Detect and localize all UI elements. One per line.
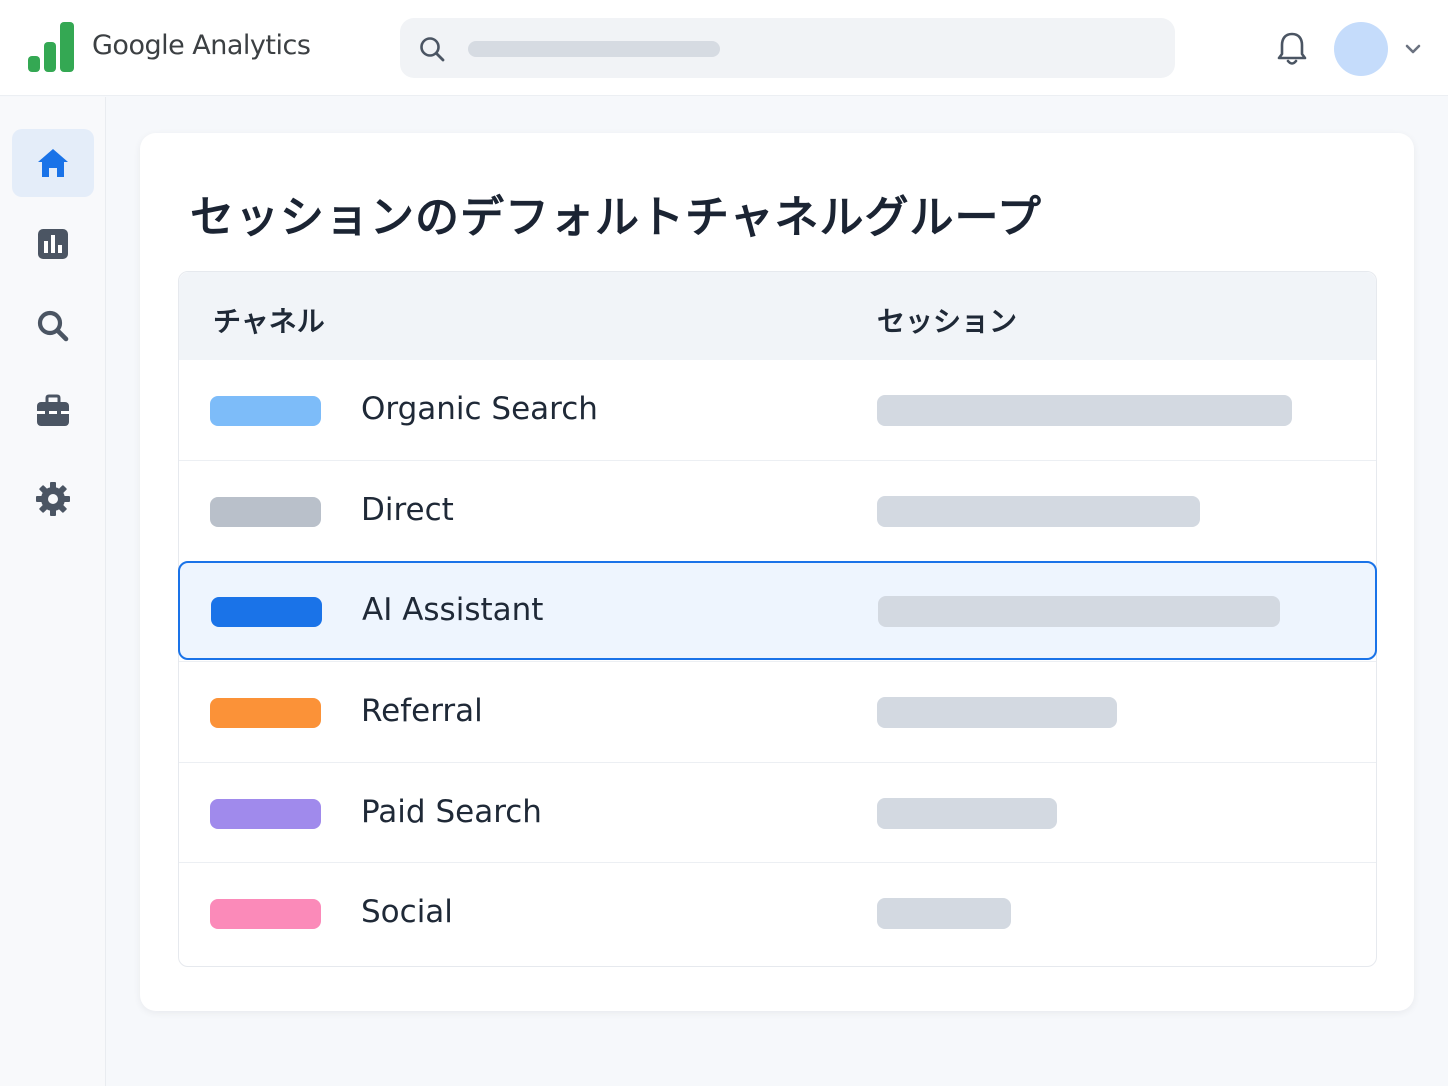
- analytics-logo-icon: [28, 22, 74, 72]
- sidebar-item-reports[interactable]: [12, 210, 94, 278]
- table-row[interactable]: Social: [179, 862, 1376, 962]
- table-row[interactable]: Direct: [179, 460, 1376, 560]
- table-row[interactable]: AI Assistant: [178, 561, 1377, 660]
- channel-color-swatch: [210, 698, 321, 728]
- column-header-channel[interactable]: チャネル: [213, 300, 325, 340]
- card-title: セッションのデフォルトチャネルグループ: [190, 192, 1042, 243]
- channel-label: Referral: [361, 693, 483, 729]
- sessions-bar: [877, 798, 1057, 829]
- sidebar: [0, 97, 106, 1086]
- channel-color-swatch: [210, 899, 321, 929]
- channel-color-swatch: [211, 597, 322, 627]
- brand-name: Google Analytics: [92, 30, 311, 61]
- channel-group-card: セッションのデフォルトチャネルグループ チャネル セッション Organic S…: [140, 133, 1414, 1011]
- chevron-down-icon[interactable]: [1402, 40, 1424, 58]
- table-row[interactable]: Paid Search: [179, 762, 1376, 862]
- sessions-bar: [877, 395, 1292, 426]
- home-icon: [38, 149, 68, 177]
- sessions-bar: [877, 697, 1117, 728]
- channel-color-swatch: [210, 396, 321, 426]
- sessions-bar: [877, 898, 1011, 929]
- sidebar-item-home[interactable]: [12, 129, 94, 197]
- table-row[interactable]: Referral: [179, 661, 1376, 761]
- search-icon: [420, 37, 445, 62]
- bar-chart-icon: [38, 229, 68, 259]
- bell-icon[interactable]: [1274, 30, 1310, 68]
- channel-color-swatch: [210, 799, 321, 829]
- sessions-bar: [877, 496, 1200, 527]
- table-header: チャネル セッション: [179, 272, 1376, 360]
- avatar[interactable]: [1334, 22, 1388, 76]
- sidebar-item-settings[interactable]: [12, 465, 94, 533]
- search-bar[interactable]: [400, 18, 1175, 78]
- channel-label: AI Assistant: [362, 592, 544, 628]
- channel-label: Social: [361, 894, 453, 930]
- channel-label: Direct: [361, 492, 454, 528]
- top-bar: Google Analytics: [0, 0, 1448, 96]
- gear-icon: [36, 482, 70, 516]
- channel-table: チャネル セッション Organic Search Direct AI Assist…: [178, 271, 1377, 967]
- search-placeholder: [468, 41, 720, 57]
- channel-color-swatch: [210, 497, 321, 527]
- channel-label: Organic Search: [361, 391, 598, 427]
- sidebar-item-advertising[interactable]: [12, 377, 94, 445]
- table-row[interactable]: Organic Search: [179, 360, 1376, 460]
- channel-label: Paid Search: [361, 794, 542, 830]
- briefcase-icon: [37, 394, 69, 426]
- column-header-sessions[interactable]: セッション: [877, 300, 1017, 340]
- sidebar-item-explore[interactable]: [12, 292, 94, 360]
- search-icon: [37, 310, 69, 342]
- sessions-bar: [878, 596, 1280, 627]
